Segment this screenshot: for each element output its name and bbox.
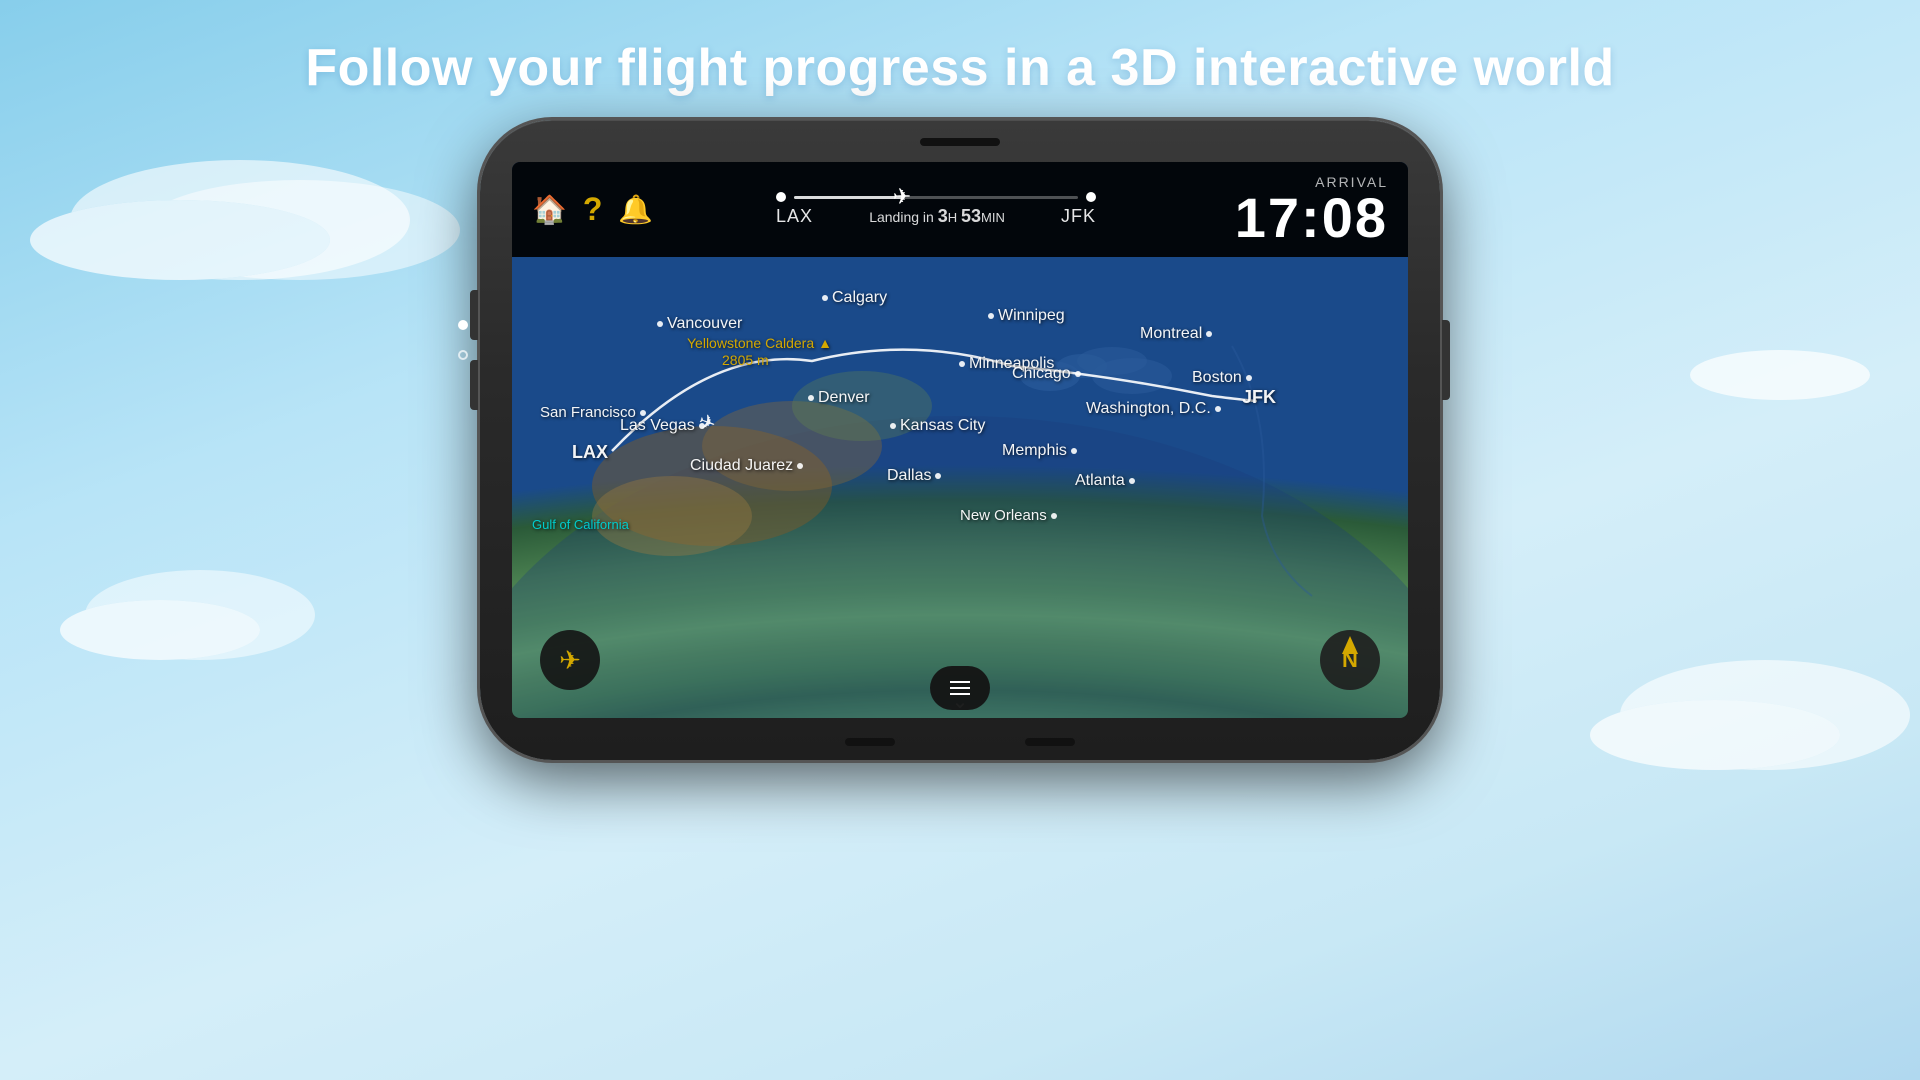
cloud-decoration-4 <box>1690 350 1870 400</box>
destination-dot <box>1086 192 1096 202</box>
city-dot <box>1051 513 1057 519</box>
progress-track: ✈ <box>794 196 1078 199</box>
bottom-nav-bar <box>512 658 1408 718</box>
city-dot <box>1071 448 1077 454</box>
city-dot <box>699 423 705 429</box>
city-lasvegas: Las Vegas <box>620 417 705 435</box>
city-dot <box>1075 371 1081 377</box>
city-dot <box>988 313 994 319</box>
bottom-button-left <box>845 738 895 746</box>
bottom-button-right <box>1025 738 1075 746</box>
city-ciudadjuarez: Ciudad Juarez <box>690 457 803 475</box>
cloud-decoration-3 <box>1590 700 1840 770</box>
progress-fill <box>794 196 902 199</box>
city-chicago: Chicago <box>1012 365 1081 383</box>
progress-bar-row: ✈ <box>776 192 1096 202</box>
city-lax: LAX <box>572 442 608 463</box>
map-overlay: Vancouver Calgary Winnipeg Minneapolis D… <box>512 257 1408 718</box>
city-dot <box>822 295 828 301</box>
city-dot <box>1129 478 1135 484</box>
page-headline: Follow your flight progress in a 3D inte… <box>0 38 1920 98</box>
help-icon[interactable]: ? <box>583 191 603 228</box>
phone-speaker <box>920 138 1000 146</box>
hamburger-menu-button[interactable] <box>930 666 990 710</box>
city-dot <box>1215 406 1221 412</box>
indicator-dot-filled <box>458 320 468 330</box>
elevation-label: 2805 m <box>722 352 769 368</box>
yellowstone-label: Yellowstone Caldera ▲ <box>687 335 832 351</box>
flight-progress-section: ✈ LAX Landing in 3H 53MIN JFK <box>653 192 1218 227</box>
city-memphis: Memphis <box>1002 442 1077 460</box>
nav-icons-group: 🏠 ? 🔔 <box>532 191 653 228</box>
city-dot <box>959 361 965 367</box>
power-button <box>1442 320 1450 400</box>
cloud-decoration-1 <box>30 200 330 280</box>
city-denver: Denver <box>808 389 870 407</box>
landing-info: Landing in 3H 53MIN <box>869 206 1005 227</box>
destination-label: JFK <box>1061 206 1096 227</box>
city-neworleans: New Orleans <box>960 507 1057 524</box>
city-dot <box>1206 331 1212 337</box>
city-kansascity: Kansas City <box>890 417 985 435</box>
city-dc: Washington, D.C. <box>1086 400 1221 418</box>
phone-device: ✈ Vancouver Calgary Winnipeg Minneapolis <box>480 120 1440 760</box>
city-dot <box>657 321 663 327</box>
phone-screen: ✈ Vancouver Calgary Winnipeg Minneapolis <box>512 162 1408 718</box>
city-boston: Boston <box>1192 369 1252 387</box>
side-indicators <box>458 320 468 360</box>
city-dot <box>797 463 803 469</box>
status-bar: 🏠 ? 🔔 ✈ LAX Landing in 3H <box>512 162 1408 257</box>
time-display: ARRIVAL 17:08 <box>1235 174 1388 246</box>
hamburger-line-3 <box>950 693 970 695</box>
compass-arrow <box>1342 636 1358 654</box>
city-calgary: Calgary <box>822 289 887 307</box>
bell-icon[interactable]: 🔔 <box>618 193 653 226</box>
city-montreal: Montreal <box>1140 325 1212 343</box>
city-atlanta: Atlanta <box>1075 472 1135 490</box>
city-jfk: JFK <box>1242 387 1276 408</box>
volume-button-down <box>470 360 478 410</box>
time-value: 17:08 <box>1235 190 1388 246</box>
city-dot <box>1246 375 1252 381</box>
hamburger-line-1 <box>950 681 970 683</box>
city-dot <box>935 473 941 479</box>
gulf-label: Gulf of California <box>532 517 629 532</box>
city-dot <box>808 395 814 401</box>
plane-progress-icon: ✈ <box>893 184 911 210</box>
origin-dot <box>776 192 786 202</box>
indicator-dot-empty <box>458 350 468 360</box>
city-winnipeg: Winnipeg <box>988 307 1065 325</box>
city-dot <box>640 410 646 416</box>
city-vancouver: Vancouver <box>657 315 742 333</box>
airports-row: LAX Landing in 3H 53MIN JFK <box>776 206 1096 227</box>
volume-button-up <box>470 290 478 340</box>
home-icon[interactable]: 🏠 <box>532 193 567 226</box>
origin-label: LAX <box>776 206 813 227</box>
city-dallas: Dallas <box>887 467 941 485</box>
cloud-decoration-2 <box>60 600 260 660</box>
city-dot <box>890 423 896 429</box>
hamburger-line-2 <box>950 687 970 689</box>
